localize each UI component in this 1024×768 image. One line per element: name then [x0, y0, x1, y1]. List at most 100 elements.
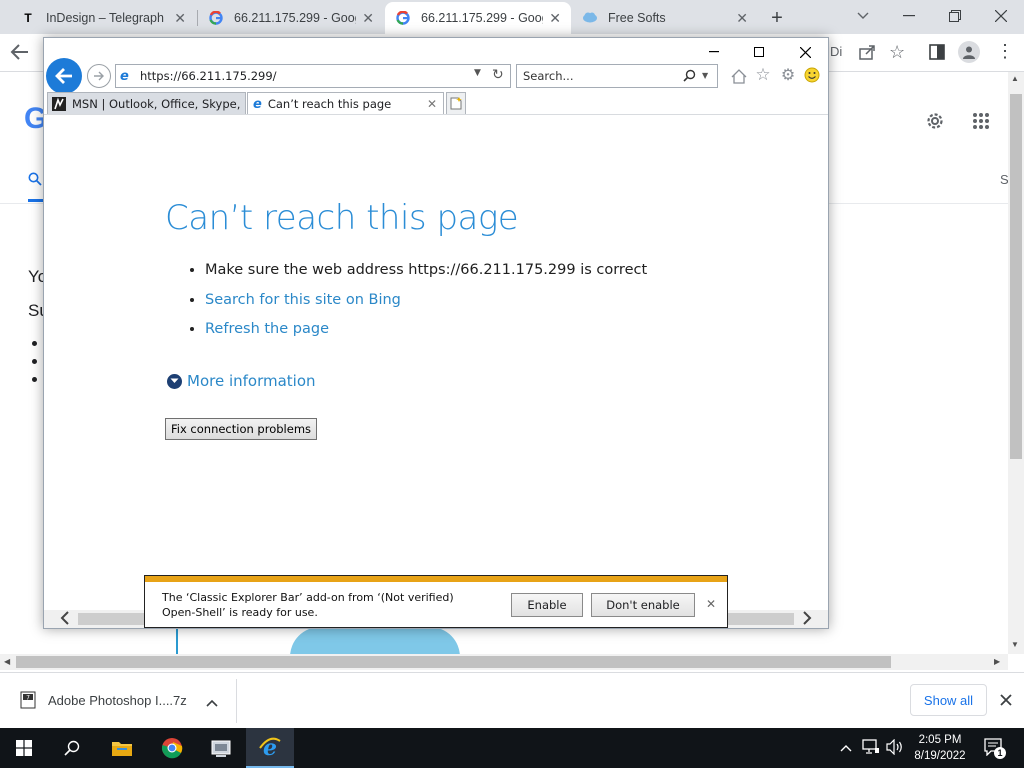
close-notification-icon[interactable]: ✕: [706, 597, 716, 611]
ie-tab-cant-reach[interactable]: e Can’t reach this page ✕: [247, 92, 444, 115]
new-tab-button[interactable]: +: [762, 2, 792, 34]
archive-file-icon: 7: [20, 691, 36, 712]
divider: [236, 679, 237, 723]
chrome-tab-google-1[interactable]: 66.211.175.299 - Goog ✕: [198, 2, 384, 34]
scrollbar-thumb[interactable]: [16, 656, 891, 668]
action-center-icon[interactable]: 1: [984, 738, 1006, 759]
search-bing-item[interactable]: Search for this site on Bing: [190, 292, 401, 308]
close-tab-icon[interactable]: ✕: [427, 97, 437, 111]
chrome-tab-title: Free Softs: [608, 11, 666, 25]
file-explorer-icon[interactable]: [98, 728, 146, 768]
search-icon[interactable]: [28, 172, 42, 189]
more-information-toggle[interactable]: More information: [167, 372, 316, 390]
search-bing-link[interactable]: Search for this site on Bing: [205, 292, 401, 308]
ie-tab-msn[interactable]: MSN | Outlook, Office, Skype, ...: [47, 92, 246, 115]
chevron-up-icon[interactable]: [840, 740, 852, 755]
check-address-item: Make sure the web address https://66.211…: [190, 262, 647, 278]
close-tab-icon[interactable]: ✕: [736, 10, 748, 27]
ie-search-placeholder[interactable]: Search...: [523, 69, 573, 83]
tab-search-icon[interactable]: [840, 0, 886, 32]
side-panel-icon[interactable]: [929, 44, 945, 63]
smiley-feedback-icon[interactable]: [802, 65, 822, 85]
chrome-tab-telegraph[interactable]: T InDesign – Telegraph ✕: [10, 2, 196, 34]
close-tab-icon[interactable]: ✕: [174, 10, 186, 27]
search-icon[interactable]: [683, 69, 696, 85]
chrome-vertical-scrollbar[interactable]: ▲ ▼: [1008, 72, 1024, 654]
share-icon[interactable]: [858, 43, 876, 64]
scroll-left-arrow-icon[interactable]: [60, 611, 70, 628]
chrome-tab-title: 66.211.175.299 - Goog: [234, 11, 357, 25]
scroll-left-arrow-icon[interactable]: ◀: [4, 657, 10, 666]
scroll-right-arrow-icon[interactable]: [802, 611, 812, 628]
refresh-icon[interactable]: ↻: [492, 67, 504, 83]
search-icon[interactable]: [48, 728, 96, 768]
search-dropdown-icon[interactable]: ▼: [702, 71, 708, 80]
ie-new-tab-button[interactable]: [446, 92, 466, 115]
restore-icon[interactable]: [932, 0, 978, 32]
ie-address-bar[interactable]: e https://66.211.175.299/ ▼ ↻: [115, 64, 511, 88]
close-tab-icon[interactable]: ✕: [549, 10, 561, 27]
ie-window: e https://66.211.175.299/ ▼ ↻ Search... …: [43, 37, 829, 629]
scrollbar-thumb[interactable]: [1010, 94, 1022, 459]
dont-enable-button[interactable]: Don't enable: [591, 593, 695, 617]
home-icon[interactable]: [729, 66, 749, 86]
clock-time: 2:05 PM: [918, 734, 962, 746]
apps-grid-icon[interactable]: [972, 112, 990, 133]
bookmark-star-icon[interactable]: ☆: [889, 42, 905, 63]
error-title: Can’t reach this page: [165, 198, 519, 238]
scroll-up-arrow-icon[interactable]: ▲: [1011, 74, 1019, 83]
enable-button[interactable]: Enable: [511, 593, 583, 617]
close-downloads-icon[interactable]: [1000, 694, 1012, 709]
scroll-right-arrow-icon[interactable]: ▶: [994, 657, 1000, 666]
settings-gear-icon[interactable]: [924, 110, 946, 135]
chrome-menu-icon[interactable]: ⋮: [996, 42, 1014, 60]
close-tab-icon[interactable]: ✕: [362, 10, 374, 27]
doodle-line: [176, 627, 178, 654]
clock-date: 8/19/2022: [914, 750, 966, 762]
ie-forward-button[interactable]: [87, 64, 111, 88]
google-favicon-icon: [208, 10, 224, 26]
chrome-tab-free-softs[interactable]: Free Softs ✕: [572, 2, 758, 34]
windows-start-icon[interactable]: [0, 728, 48, 768]
ie-back-button[interactable]: [46, 58, 82, 94]
chrome-tab-google-2[interactable]: 66.211.175.299 - Goog ✕: [385, 2, 571, 34]
network-icon[interactable]: [862, 739, 880, 758]
chevron-up-icon[interactable]: [206, 695, 218, 710]
show-all-button[interactable]: Show all: [910, 684, 987, 716]
notification-count-badge: 1: [994, 747, 1006, 759]
volume-icon[interactable]: [886, 738, 904, 758]
ie-page-icon: e: [253, 96, 262, 112]
addon-notification-bar: The ‘Classic Explorer Bar’ add-on from ‘…: [144, 575, 728, 628]
favorites-star-icon[interactable]: ☆: [753, 65, 773, 85]
close-window-icon[interactable]: [978, 0, 1024, 32]
check-address-text: Make sure the web address https://66.211…: [205, 262, 648, 278]
ie-address-text[interactable]: https://66.211.175.299/: [140, 69, 277, 83]
scroll-down-arrow-icon[interactable]: ▼: [1011, 640, 1019, 649]
fix-connection-problems-button[interactable]: Fix connection problems: [165, 418, 317, 440]
chrome-tab-title: InDesign – Telegraph: [46, 11, 164, 25]
internet-explorer-icon[interactable]: e: [246, 728, 294, 768]
ie-close-icon[interactable]: [795, 42, 815, 62]
refresh-page-link[interactable]: Refresh the page: [205, 321, 329, 337]
tools-gear-icon[interactable]: ⚙: [778, 65, 798, 85]
remote-desktop-icon[interactable]: [198, 728, 246, 768]
profile-avatar-icon[interactable]: [958, 41, 980, 63]
google-favicon-icon: [395, 10, 411, 26]
minimize-icon[interactable]: [886, 0, 932, 32]
ie-minimize-icon[interactable]: [704, 42, 724, 62]
notification-message: The ‘Classic Explorer Bar’ add-on from ‘…: [162, 590, 454, 620]
download-filename[interactable]: Adobe Photoshop I....7z: [48, 693, 187, 708]
back-arrow-icon[interactable]: [10, 43, 30, 64]
divider: [44, 114, 828, 115]
ie-page-icon: e: [120, 69, 129, 84]
ie-search-box[interactable]: Search... ▼: [516, 64, 718, 88]
svg-text:7: 7: [26, 695, 30, 702]
ie-maximize-icon[interactable]: [749, 42, 769, 62]
expand-chevron-icon: [167, 373, 182, 389]
system-clock[interactable]: 2:05 PM 8/19/2022: [908, 732, 972, 764]
doodle-illustration: [290, 627, 460, 654]
chrome-horizontal-scrollbar[interactable]: ◀ ▶: [0, 654, 1008, 670]
chrome-app-icon[interactable]: [148, 728, 196, 768]
refresh-item[interactable]: Refresh the page: [190, 321, 329, 337]
address-dropdown-icon[interactable]: ▼: [474, 68, 481, 78]
